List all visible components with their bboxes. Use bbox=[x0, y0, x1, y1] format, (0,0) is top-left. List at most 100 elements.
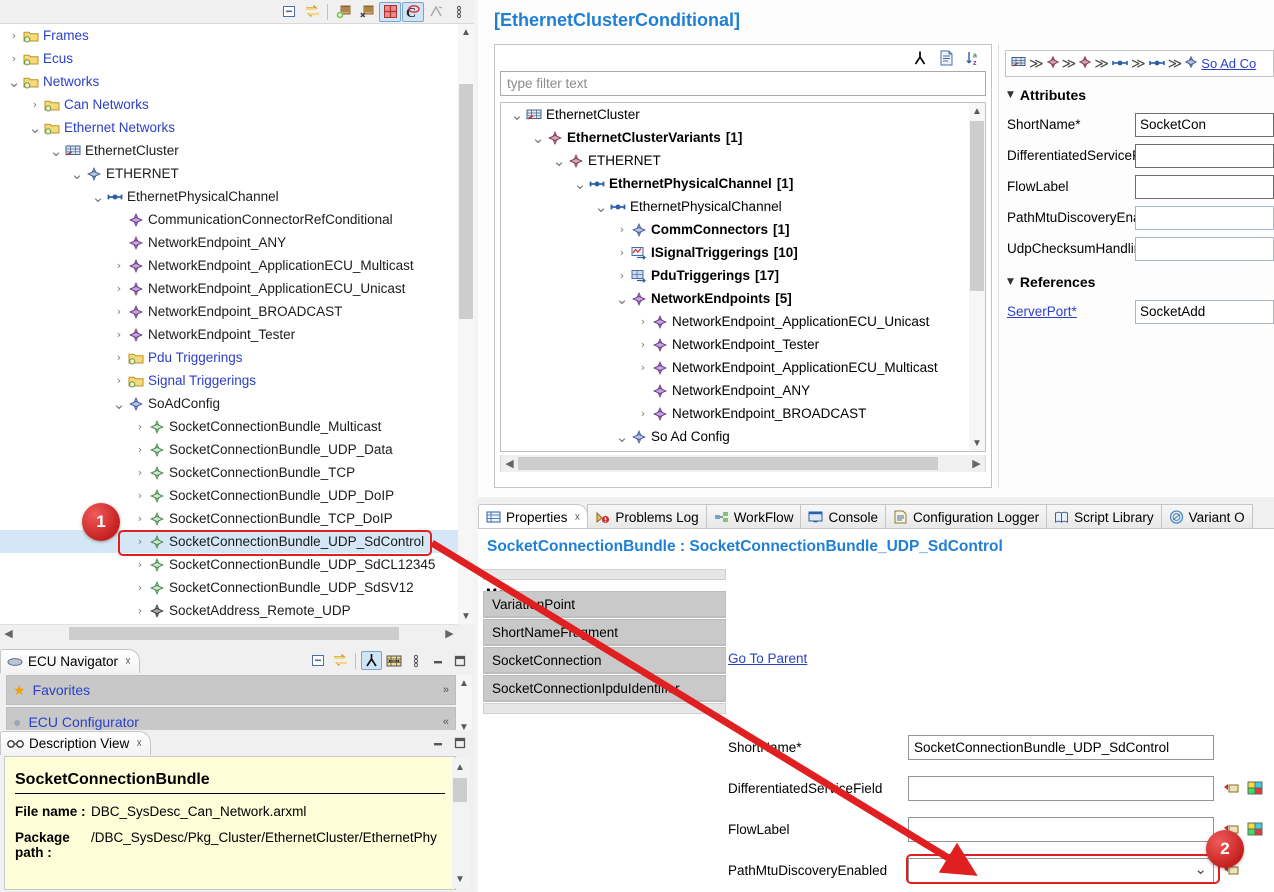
chevron-right-icon[interactable]: › bbox=[132, 581, 148, 594]
chevron-right-icon[interactable]: › bbox=[635, 407, 651, 420]
close-icon[interactable]: ☓ bbox=[575, 511, 581, 524]
scroll-left-icon[interactable]: ◀ bbox=[501, 455, 518, 472]
numeric-icon[interactable] bbox=[1247, 781, 1264, 796]
tree-item[interactable]: ⌄ EthernetPhysicalChannel bbox=[501, 195, 969, 218]
tab-description-view[interactable]: Description View ☓ bbox=[0, 731, 152, 755]
breadcrumb-link[interactable]: So Ad Co bbox=[1201, 56, 1256, 71]
chevron-right-icon[interactable]: › bbox=[111, 259, 127, 272]
chevron-right-icon[interactable]: › bbox=[111, 282, 127, 295]
tree-item[interactable]: › NetworkEndpoint_Tester bbox=[501, 333, 969, 356]
hierarchy-icon[interactable] bbox=[908, 48, 931, 68]
close-icon[interactable]: ☓ bbox=[125, 655, 131, 668]
ecu-navigator-scrollbar[interactable]: ▲ ▼ bbox=[456, 675, 472, 735]
tree-item[interactable]: ⌄ Ethernet Networks bbox=[0, 116, 473, 139]
chevron-down-icon[interactable]: » bbox=[443, 684, 449, 696]
filter-input[interactable]: type filter text bbox=[500, 71, 986, 96]
tree-item[interactable]: › Ecus bbox=[0, 47, 473, 70]
tree-item[interactable]: › SocketConnectionBundle_TCP bbox=[0, 461, 473, 484]
tree-item[interactable]: ⌄ EthernetCluster bbox=[0, 139, 473, 162]
chevron-right-icon[interactable]: › bbox=[6, 52, 22, 65]
editor-model-tree[interactable]: ⌄ EthernetCluster ⌄ EthernetClusterVariants… bbox=[500, 102, 986, 452]
collapse-all-icon[interactable] bbox=[308, 651, 329, 670]
reset-icon[interactable] bbox=[1223, 781, 1240, 796]
reset-icon[interactable] bbox=[1223, 822, 1240, 837]
table-filter-icon[interactable] bbox=[379, 1, 401, 22]
chevron-down-icon[interactable]: ⌄ bbox=[1194, 860, 1207, 878]
tree-item[interactable]: › Frames bbox=[0, 24, 473, 47]
scroll-up-icon[interactable]: ▲ bbox=[458, 24, 474, 40]
chevron-right-icon[interactable]: › bbox=[132, 604, 148, 617]
chevron-right-icon[interactable]: › bbox=[111, 328, 127, 341]
chevron-down-icon[interactable]: ⌄ bbox=[90, 189, 106, 204]
tab-problems-log[interactable]: Problems Log bbox=[587, 504, 707, 529]
chevron-down-icon[interactable]: ⌄ bbox=[551, 153, 567, 168]
properties-list[interactable]: VariationPoint ShortNameFragment SocketCon… bbox=[483, 591, 726, 891]
tab-variant-o[interactable]: Variant O bbox=[1160, 504, 1253, 529]
maximize-icon[interactable] bbox=[449, 651, 470, 670]
close-icon[interactable]: ☓ bbox=[136, 737, 142, 750]
tree-item[interactable]: › Can Networks bbox=[0, 93, 473, 116]
view-menu-icon[interactable] bbox=[405, 651, 426, 670]
hscroll-track[interactable] bbox=[17, 624, 441, 642]
tree-item[interactable]: › Pdu Triggerings bbox=[0, 346, 473, 369]
accordion-item-favorites[interactable]: ★ Favorites » bbox=[6, 675, 456, 705]
chevron-right-icon[interactable]: › bbox=[132, 512, 148, 525]
scrollbar-thumb[interactable] bbox=[453, 778, 467, 802]
chevron-down-icon[interactable]: ▼ bbox=[1007, 90, 1014, 100]
table-layout-icon[interactable] bbox=[383, 651, 404, 670]
tree-item[interactable]: ⌄ EthernetCluster bbox=[501, 103, 969, 126]
numeric-icon[interactable] bbox=[1247, 822, 1264, 837]
collapse-all-icon[interactable] bbox=[278, 2, 300, 22]
property-field-input[interactable] bbox=[908, 817, 1214, 842]
tab-properties[interactable]: Properties ☓ bbox=[478, 504, 589, 529]
property-field-input[interactable] bbox=[908, 776, 1214, 801]
tree-item[interactable]: ⌄ ETHERNET bbox=[0, 162, 473, 185]
scroll-up-icon[interactable]: ▲ bbox=[969, 103, 985, 119]
scrollbar-thumb[interactable] bbox=[459, 84, 473, 319]
tree-item[interactable]: ⌄ ETHERNET bbox=[501, 149, 969, 172]
scrollbar-thumb[interactable] bbox=[970, 121, 984, 291]
reset-icon[interactable] bbox=[1223, 863, 1240, 878]
tab-ecu-navigator[interactable]: ECU Navigator ☓ bbox=[0, 649, 140, 673]
chevron-right-icon[interactable]: › bbox=[635, 361, 651, 374]
chevron-up-icon[interactable]: « bbox=[443, 716, 449, 728]
editor-tree-vscrollbar[interactable]: ▲ ▼ bbox=[969, 103, 985, 451]
chevron-right-icon[interactable]: › bbox=[111, 305, 127, 318]
tree-item[interactable]: NetworkEndpoint_ANY bbox=[501, 379, 969, 402]
chevron-down-icon[interactable]: ⌄ bbox=[614, 291, 630, 306]
attribute-value-field[interactable] bbox=[1135, 174, 1274, 199]
scroll-down-icon[interactable]: ▼ bbox=[458, 608, 474, 624]
tree-item[interactable]: ⌄ EthernetClusterVariants [1] bbox=[501, 126, 969, 149]
chevron-down-icon[interactable]: ⌄ bbox=[530, 130, 546, 145]
editor-tree-hscrollbar[interactable]: ◀ ▶ bbox=[500, 455, 986, 472]
chevron-right-icon[interactable]: › bbox=[27, 98, 43, 111]
tree-item[interactable]: › SocketAddress_Remote_UDP bbox=[0, 599, 473, 622]
description-scrollbar[interactable]: ▲ ▼ bbox=[452, 758, 469, 888]
attribute-value-field[interactable]: SocketAdd bbox=[1135, 299, 1274, 324]
chevron-down-icon[interactable]: ⌄ bbox=[6, 74, 22, 89]
tree-item[interactable]: › PduTriggerings [17] bbox=[501, 264, 969, 287]
tree-item[interactable]: › NetworkEndpoint_ApplicationECU_Multicas… bbox=[501, 356, 969, 379]
remove-module-icon[interactable] bbox=[356, 2, 378, 22]
scroll-up-icon[interactable]: ▲ bbox=[452, 758, 468, 776]
scroll-down-icon[interactable]: ▼ bbox=[969, 435, 985, 451]
properties-list-item[interactable]: SocketConnection bbox=[483, 647, 726, 674]
chevron-right-icon[interactable]: › bbox=[132, 535, 148, 548]
scroll-right-icon[interactable]: ▶ bbox=[968, 455, 985, 472]
chevron-down-icon[interactable]: ⌄ bbox=[572, 176, 588, 191]
model-explorer-tree[interactable]: › Frames › Ecus ⌄ Networks › Can Networks ⌄ Ether… bbox=[0, 24, 474, 624]
tree-item[interactable]: › SocketConnectionBundle_UDP_DoIP bbox=[0, 484, 473, 507]
tree-item[interactable]: ⌄ EthernetPhysicalChannel [1] bbox=[501, 172, 969, 195]
chevron-down-icon[interactable]: ⌄ bbox=[614, 429, 630, 444]
scrollbar-thumb[interactable] bbox=[518, 457, 938, 470]
tree-item[interactable]: › SocketConnectionBundle_TCP_DoIP bbox=[0, 507, 473, 530]
tab-configuration-logger[interactable]: Configuration Logger bbox=[884, 504, 1048, 529]
scroll-up-icon[interactable]: ▲ bbox=[456, 675, 472, 691]
explorer-vertical-scrollbar[interactable]: ▲ ▼ bbox=[458, 24, 474, 624]
scroll-down-icon[interactable]: ▼ bbox=[452, 870, 468, 888]
property-field-input[interactable]: SocketConnectionBundle_UDP_SdControl bbox=[908, 735, 1214, 760]
link-with-editor-icon[interactable] bbox=[301, 2, 323, 22]
tree-item[interactable]: › SocketConnectionBundle_Multicast bbox=[0, 415, 473, 438]
tree-item[interactable]: ⌄ So Ad Config bbox=[501, 425, 969, 448]
maximize-icon[interactable] bbox=[449, 733, 470, 752]
